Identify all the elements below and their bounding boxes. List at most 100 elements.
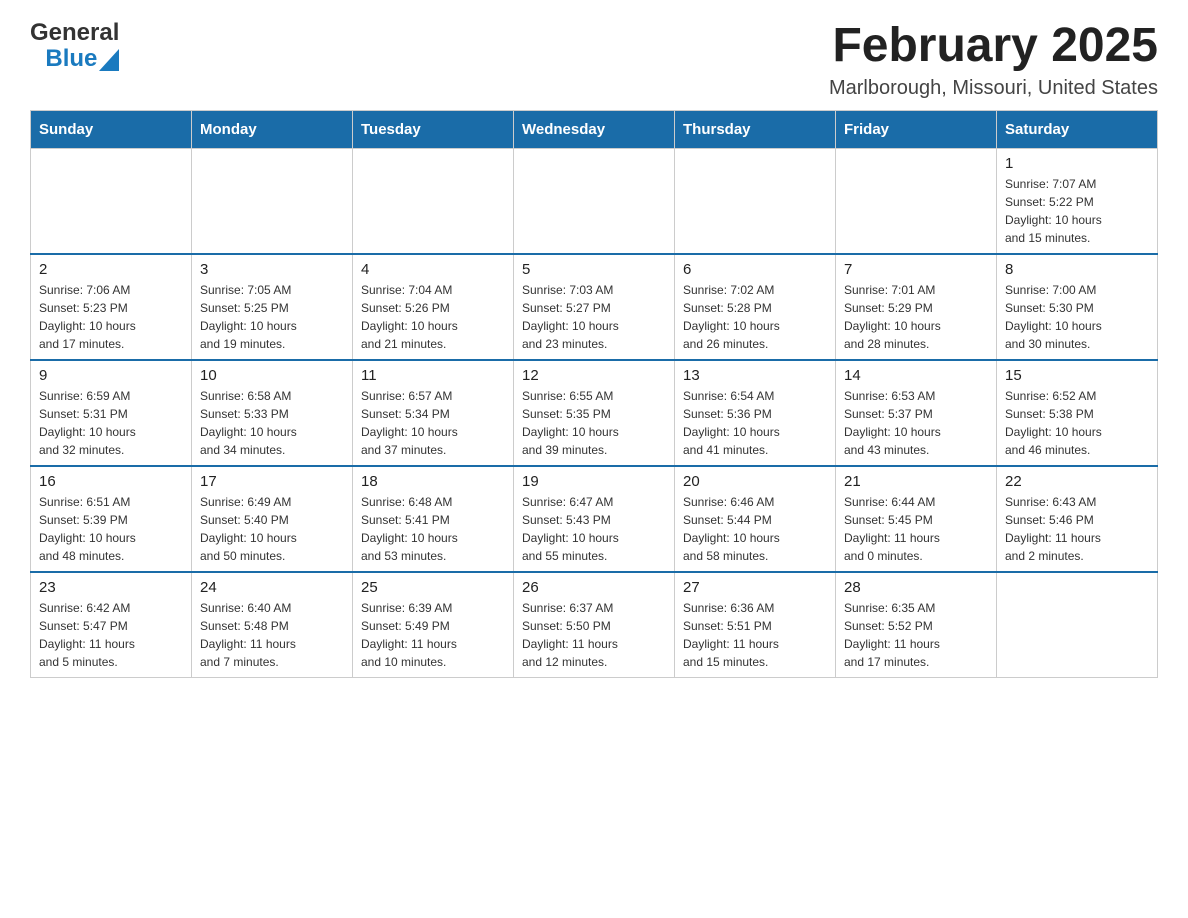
day-info: Sunrise: 7:05 AM Sunset: 5:25 PM Dayligh… [200,281,344,353]
day-info: Sunrise: 6:51 AM Sunset: 5:39 PM Dayligh… [39,493,183,565]
day-number: 11 [361,367,505,384]
calendar-cell: 18 Sunrise: 6:48 AM Sunset: 5:41 PM Dayli… [353,466,514,572]
weekday-header-thursday: Thursday [675,110,836,148]
day-info: Sunrise: 6:49 AM Sunset: 5:40 PM Dayligh… [200,493,344,565]
calendar-cell: 25Sunrise: 6:39 AM Sunset: 5:49 PM Dayli… [353,572,514,678]
calendar-cell: 13Sunrise: 6:54 AM Sunset: 5:36 PM Dayli… [675,360,836,466]
logo: General Blue [30,20,119,73]
day-info: Sunrise: 6:37 AM Sunset: 5:50 PM Dayligh… [522,599,666,671]
day-number: 1 [1005,155,1149,172]
calendar-week-row: 2 Sunrise: 7:06 AM Sunset: 5:23 PM Daylig… [31,254,1158,360]
day-info: Sunrise: 6:40 AM Sunset: 5:48 PM Dayligh… [200,599,344,671]
day-number: 2 [39,261,183,278]
day-info: Sunrise: 7:03 AM Sunset: 5:27 PM Dayligh… [522,281,666,353]
calendar-cell: 8 Sunrise: 7:00 AM Sunset: 5:30 PM Daylig… [997,254,1158,360]
day-info: Sunrise: 6:48 AM Sunset: 5:41 PM Dayligh… [361,493,505,565]
calendar-cell: 15 Sunrise: 6:52 AM Sunset: 5:38 PM Dayli… [997,360,1158,466]
day-number: 5 [522,261,666,278]
calendar-cell: 19 Sunrise: 6:47 AM Sunset: 5:43 PM Dayli… [514,466,675,572]
day-number: 17 [200,473,344,490]
day-number: 3 [200,261,344,278]
day-number: 25 [361,579,505,596]
calendar-table: SundayMondayTuesdayWednesdayThursdayFrid… [30,110,1158,678]
day-info: Sunrise: 6:57 AM Sunset: 5:34 PM Dayligh… [361,387,505,459]
day-info: Sunrise: 6:52 AM Sunset: 5:38 PM Dayligh… [1005,387,1149,459]
day-number: 6 [683,261,827,278]
day-info: Sunrise: 7:02 AM Sunset: 5:28 PM Dayligh… [683,281,827,353]
calendar-cell: 22Sunrise: 6:43 AM Sunset: 5:46 PM Dayli… [997,466,1158,572]
calendar-cell [353,148,514,254]
calendar-cell: 24 Sunrise: 6:40 AM Sunset: 5:48 PM Dayli… [192,572,353,678]
calendar-cell [514,148,675,254]
day-number: 10 [200,367,344,384]
day-number: 15 [1005,367,1149,384]
calendar-week-row: 1 Sunrise: 7:07 AM Sunset: 5:22 PM Daylig… [31,148,1158,254]
calendar-cell: 6 Sunrise: 7:02 AM Sunset: 5:28 PM Daylig… [675,254,836,360]
day-number: 20 [683,473,827,490]
calendar-week-row: 16 Sunrise: 6:51 AM Sunset: 5:39 PM Dayli… [31,466,1158,572]
calendar-cell: 14Sunrise: 6:53 AM Sunset: 5:37 PM Dayli… [836,360,997,466]
day-number: 23 [39,579,183,596]
logo-general: General [30,20,119,46]
day-number: 7 [844,261,988,278]
day-number: 18 [361,473,505,490]
calendar-cell: 27 Sunrise: 6:36 AM Sunset: 5:51 PM Dayli… [675,572,836,678]
calendar-cell: 21Sunrise: 6:44 AM Sunset: 5:45 PM Dayli… [836,466,997,572]
calendar-cell [31,148,192,254]
day-info: Sunrise: 6:47 AM Sunset: 5:43 PM Dayligh… [522,493,666,565]
calendar-cell [675,148,836,254]
calendar-week-row: 23 Sunrise: 6:42 AM Sunset: 5:47 PM Dayli… [31,572,1158,678]
calendar-week-row: 9 Sunrise: 6:59 AM Sunset: 5:31 PM Daylig… [31,360,1158,466]
day-info: Sunrise: 7:06 AM Sunset: 5:23 PM Dayligh… [39,281,183,353]
calendar-cell: 10Sunrise: 6:58 AM Sunset: 5:33 PM Dayli… [192,360,353,466]
calendar-cell: 2 Sunrise: 7:06 AM Sunset: 5:23 PM Daylig… [31,254,192,360]
day-info: Sunrise: 6:42 AM Sunset: 5:47 PM Dayligh… [39,599,183,671]
day-info: Sunrise: 7:07 AM Sunset: 5:22 PM Dayligh… [1005,175,1149,247]
location-title: Marlborough, Missouri, United States [829,77,1158,100]
logo-triangle-icon [99,49,119,71]
page-header: General Blue February 2025 Marlborough, … [30,20,1158,100]
day-info: Sunrise: 6:36 AM Sunset: 5:51 PM Dayligh… [683,599,827,671]
day-number: 28 [844,579,988,596]
day-number: 9 [39,367,183,384]
calendar-cell: 23 Sunrise: 6:42 AM Sunset: 5:47 PM Dayli… [31,572,192,678]
calendar-cell: 5 Sunrise: 7:03 AM Sunset: 5:27 PM Daylig… [514,254,675,360]
logo-blue: Blue [45,46,97,72]
calendar-cell: 3 Sunrise: 7:05 AM Sunset: 5:25 PM Daylig… [192,254,353,360]
weekday-header-friday: Friday [836,110,997,148]
day-info: Sunrise: 6:43 AM Sunset: 5:46 PM Dayligh… [1005,493,1149,565]
day-info: Sunrise: 7:01 AM Sunset: 5:29 PM Dayligh… [844,281,988,353]
weekday-header-monday: Monday [192,110,353,148]
day-number: 19 [522,473,666,490]
day-number: 4 [361,261,505,278]
day-info: Sunrise: 6:35 AM Sunset: 5:52 PM Dayligh… [844,599,988,671]
calendar-cell: 12 Sunrise: 6:55 AM Sunset: 5:35 PM Dayli… [514,360,675,466]
day-number: 16 [39,473,183,490]
weekday-header-sunday: Sunday [31,110,192,148]
calendar-cell [192,148,353,254]
calendar-cell: 4 Sunrise: 7:04 AM Sunset: 5:26 PM Daylig… [353,254,514,360]
day-info: Sunrise: 6:59 AM Sunset: 5:31 PM Dayligh… [39,387,183,459]
weekday-header-wednesday: Wednesday [514,110,675,148]
day-info: Sunrise: 6:44 AM Sunset: 5:45 PM Dayligh… [844,493,988,565]
day-info: Sunrise: 6:53 AM Sunset: 5:37 PM Dayligh… [844,387,988,459]
day-number: 27 [683,579,827,596]
calendar-cell: 11 Sunrise: 6:57 AM Sunset: 5:34 PM Dayli… [353,360,514,466]
day-number: 24 [200,579,344,596]
calendar-cell: 1 Sunrise: 7:07 AM Sunset: 5:22 PM Daylig… [997,148,1158,254]
calendar-cell: 20 Sunrise: 6:46 AM Sunset: 5:44 PM Dayli… [675,466,836,572]
day-info: Sunrise: 7:00 AM Sunset: 5:30 PM Dayligh… [1005,281,1149,353]
weekday-header-tuesday: Tuesday [353,110,514,148]
calendar-cell: 16 Sunrise: 6:51 AM Sunset: 5:39 PM Dayli… [31,466,192,572]
weekday-header-row: SundayMondayTuesdayWednesdayThursdayFrid… [31,110,1158,148]
calendar-cell: 28 Sunrise: 6:35 AM Sunset: 5:52 PM Dayli… [836,572,997,678]
day-info: Sunrise: 6:55 AM Sunset: 5:35 PM Dayligh… [522,387,666,459]
day-info: Sunrise: 7:04 AM Sunset: 5:26 PM Dayligh… [361,281,505,353]
day-number: 26 [522,579,666,596]
day-number: 8 [1005,261,1149,278]
calendar-cell [997,572,1158,678]
month-title: February 2025 [829,20,1158,73]
day-number: 12 [522,367,666,384]
weekday-header-saturday: Saturday [997,110,1158,148]
day-info: Sunrise: 6:46 AM Sunset: 5:44 PM Dayligh… [683,493,827,565]
